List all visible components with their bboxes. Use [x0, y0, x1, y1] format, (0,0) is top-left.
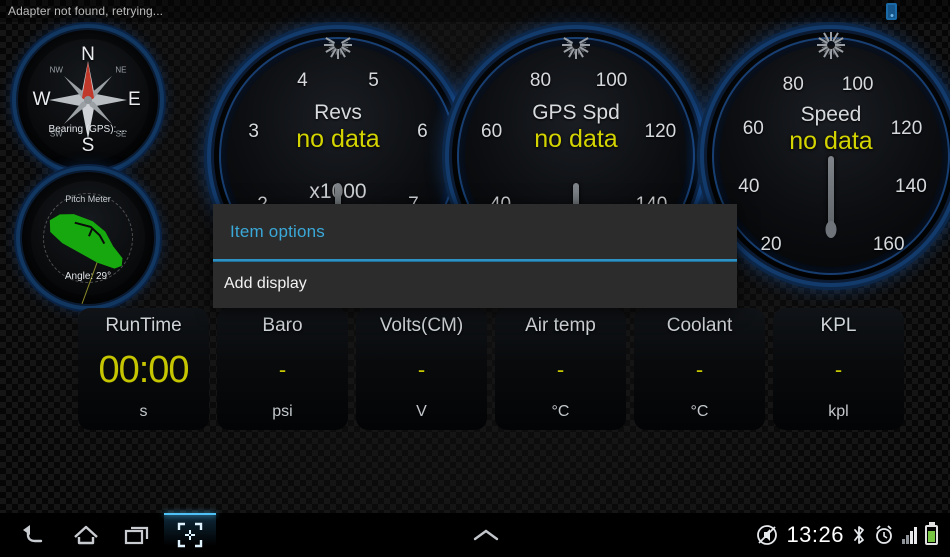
- gauge-revs-tick-label: 4: [297, 69, 308, 91]
- data-card-kpl[interactable]: KPL - kpl: [773, 308, 904, 430]
- gauge-gps-speed-title: GPS Spd: [532, 100, 620, 124]
- recent-apps-button[interactable]: [112, 513, 164, 557]
- gauge-speed-tick-label: 40: [738, 176, 760, 198]
- data-card-value: 00:00: [98, 348, 189, 391]
- data-card-unit: °C: [551, 403, 570, 420]
- chevron-up-icon[interactable]: [471, 526, 501, 544]
- compass-rose-icon: [49, 61, 127, 139]
- data-card-unit: psi: [272, 403, 293, 420]
- gauge-revs-tick-label: 5: [368, 69, 379, 91]
- gauge-speed-title: Speed: [800, 102, 862, 126]
- battery-icon: [925, 525, 938, 545]
- gauge-speed-tick-label: 100: [841, 73, 874, 95]
- nav-center-group: [216, 526, 756, 544]
- data-card-row: RunTime 00:00 s Baro - psi Volts(CM) - V…: [78, 308, 904, 430]
- data-card-unit: V: [416, 403, 427, 420]
- signal-bars-icon: [902, 526, 917, 544]
- data-card-value: -: [695, 356, 704, 382]
- gauge-tick: [562, 44, 572, 46]
- home-button[interactable]: [60, 513, 112, 557]
- gauge-tick: [830, 32, 832, 41]
- gauge-tick: [324, 44, 334, 46]
- data-card-value: -: [556, 356, 565, 382]
- data-card-value: -: [278, 356, 287, 382]
- data-card-unit: s: [139, 403, 148, 420]
- system-navigation-bar: 13:26: [0, 513, 950, 557]
- gauge-speed-needle: [828, 156, 834, 234]
- dialog-item-add-display[interactable]: Add display: [213, 261, 737, 293]
- gauge-speed-tick-label: 160: [872, 233, 905, 255]
- data-card-label: Coolant: [666, 315, 733, 336]
- system-tray[interactable]: 13:26: [756, 522, 950, 548]
- mute-icon: [757, 525, 778, 545]
- status-bar[interactable]: Adapter not found, retrying...: [0, 0, 950, 22]
- phone-device-icon: [886, 2, 897, 20]
- gauge-speed-face: 20 40 60 80 100 120 140 160 Speed no dat…: [720, 32, 942, 267]
- data-card-unit: °C: [690, 403, 709, 420]
- data-card-label: KPL: [820, 315, 857, 336]
- gauge-speed-tick-label: 80: [782, 73, 804, 95]
- alarm-clock-icon: [876, 525, 892, 544]
- gauge-gps-speed-tick-label: 100: [595, 69, 628, 91]
- compass-widget[interactable]: N E S W NW NE SE SW Bearing (GPS): ...: [18, 30, 158, 170]
- screenshot-icon: [177, 522, 203, 548]
- data-card-label: Volts(CM): [379, 315, 464, 336]
- gauge-revs-title: Revs: [314, 100, 362, 124]
- pitch-meter-face: Pitch Meter Angle: 29°: [31, 181, 145, 304]
- dialog-title: Item options: [230, 222, 326, 241]
- recent-apps-icon: [124, 526, 149, 545]
- data-card-label: RunTime: [105, 315, 182, 336]
- data-card-value: -: [417, 356, 426, 382]
- screenshot-button[interactable]: [164, 513, 216, 557]
- data-card-label: Air temp: [525, 315, 596, 336]
- pitch-meter-widget[interactable]: Pitch Meter Angle: 29°: [22, 172, 154, 304]
- data-card-baro[interactable]: Baro - psi: [217, 308, 348, 430]
- status-message: Adapter not found, retrying...: [8, 4, 164, 18]
- data-card-air-temp[interactable]: Air temp - °C: [495, 308, 626, 430]
- data-card-label: Baro: [262, 315, 303, 336]
- data-card-runtime[interactable]: RunTime 00:00 s: [78, 308, 209, 430]
- back-arrow-icon: [23, 525, 43, 543]
- compass-bearing-label: Bearing (GPS): ...: [48, 124, 128, 136]
- compass-face: N E S W NW NE SE SW Bearing (GPS): ...: [27, 39, 149, 161]
- gauge-gps-speed-tick-label: 80: [529, 69, 552, 91]
- gauge-tick: [817, 44, 827, 46]
- back-button[interactable]: [8, 513, 60, 557]
- gauge-gps-speed-value: no data: [534, 124, 618, 153]
- gauge-speed-value: no data: [789, 127, 873, 156]
- data-card-coolant[interactable]: Coolant - °C: [634, 308, 765, 430]
- data-card-value: -: [834, 356, 843, 382]
- nav-left-group: [0, 513, 216, 557]
- gauge-speed-tick-label: 20: [760, 233, 782, 255]
- data-card-volts[interactable]: Volts(CM) - V: [356, 308, 487, 430]
- data-card-unit: kpl: [828, 403, 849, 420]
- home-icon: [74, 525, 98, 545]
- clock-label: 13:26: [786, 522, 844, 547]
- gauge-speed[interactable]: 20 40 60 80 100 120 140 160 Speed no dat…: [707, 32, 950, 280]
- gauge-speed-tick-label: 140: [895, 176, 927, 198]
- pitch-meter-angle-label: Angle: 29°: [64, 271, 112, 283]
- item-options-dialog: Item options Add display: [213, 204, 737, 308]
- gauge-revs-value: no data: [296, 124, 380, 153]
- bluetooth-icon: [854, 526, 864, 544]
